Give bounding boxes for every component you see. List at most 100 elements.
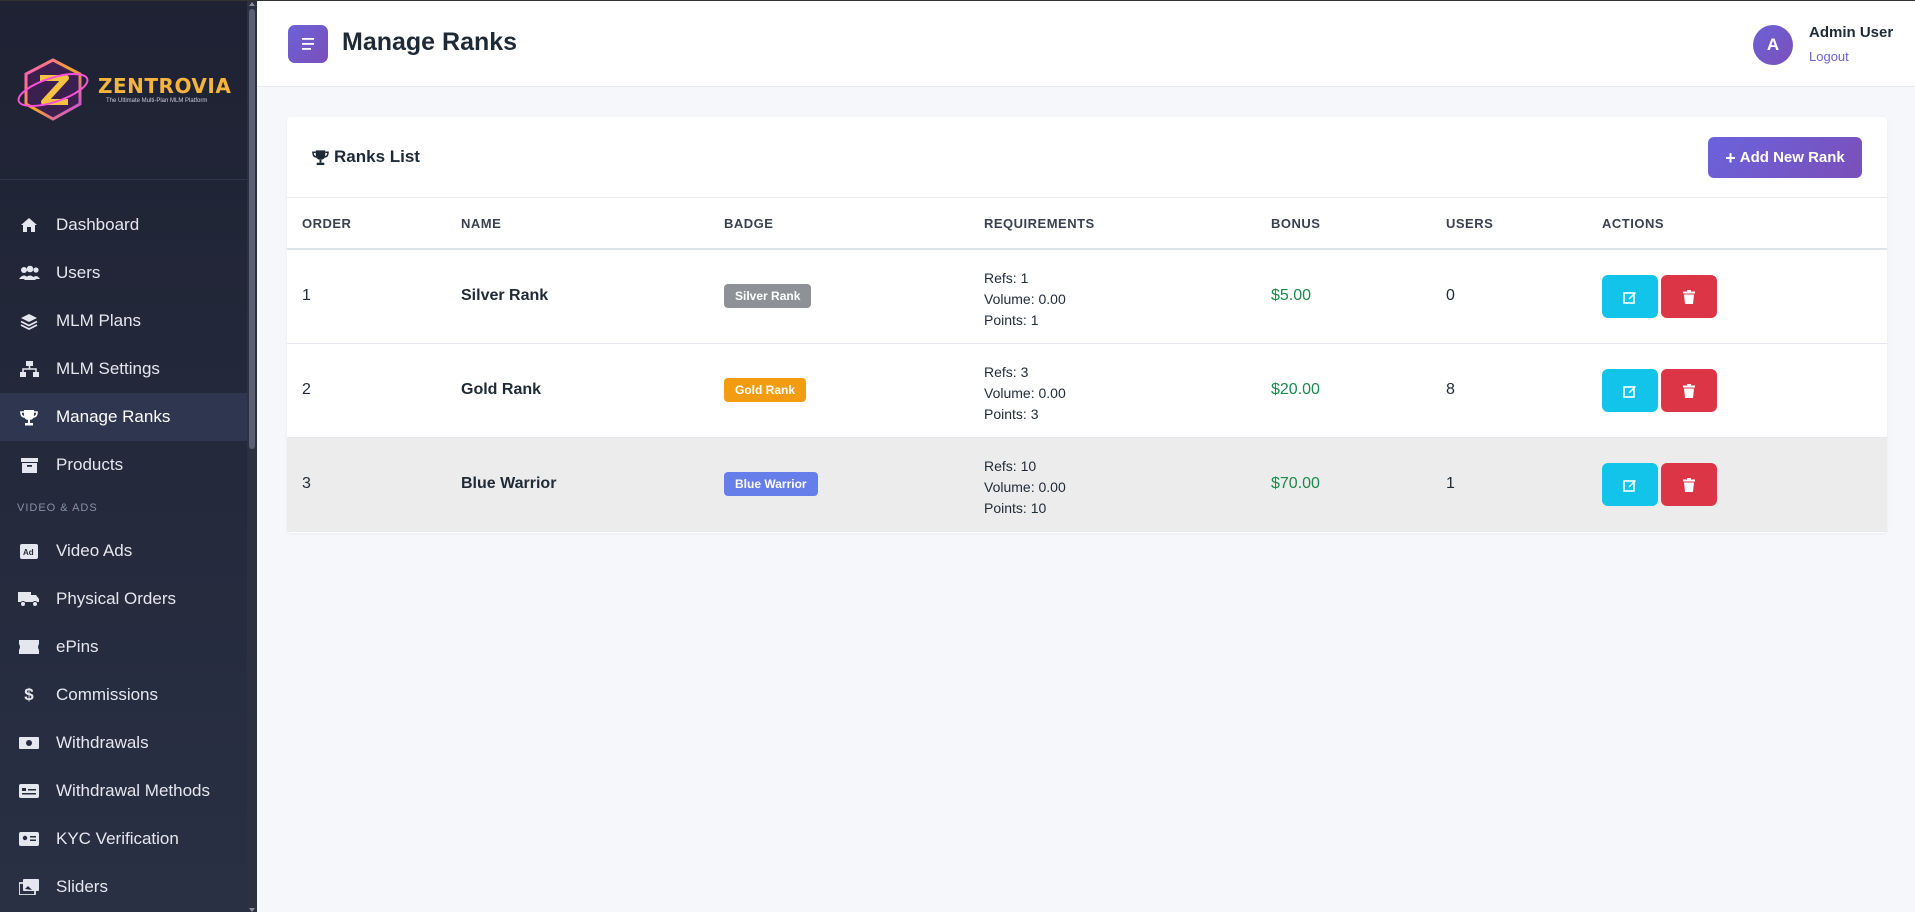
sidebar-nav: Dashboard Users MLM Plans MLM Settings M… [0,201,247,911]
sidebar-item-label: Withdrawals [56,733,149,752]
page-title: Manage Ranks [342,28,518,56]
rank-name: Blue Warrior [461,475,557,492]
sidebar-item-commissions[interactable]: $ Commissions [0,671,247,719]
card-header: Ranks List + Add New Rank [287,117,1887,198]
images-icon [18,878,40,896]
id-card-icon [18,830,40,848]
sidebar-item-label: Video Ads [56,541,133,560]
rank-badge: Blue Warrior [724,472,818,496]
ranks-card: Ranks List + Add New Rank ORDER NAME BAD… [287,117,1887,533]
delete-rank-button[interactable] [1661,369,1717,412]
rank-order: 3 [302,475,311,492]
table-row: 1 Silver Rank Silver Rank Refs: 1 Volume… [287,250,1887,344]
add-new-rank-button[interactable]: + Add New Rank [1708,137,1862,178]
edit-icon [1623,385,1636,398]
sidebar-item-users[interactable]: Users [0,249,247,297]
rank-users-count: 0 [1446,287,1455,304]
sidebar-item-sliders[interactable]: Sliders [0,863,247,911]
requirement-points: Points: 1 [984,312,1039,328]
sidebar-item-label: Physical Orders [56,589,176,608]
card-icon [18,782,40,800]
column-header-bonus[interactable]: BONUS [1271,216,1320,231]
brand-logo[interactable]: ZENTROVIA The Ultimate Multi-Plan MLM Pl… [14,56,234,124]
rank-bonus: $70.00 [1271,475,1320,492]
ticket-icon [18,638,40,656]
logout-link[interactable]: Logout [1809,49,1849,64]
scroll-up-arrow-icon[interactable] [249,2,255,6]
sidebar-divider [0,179,247,180]
plus-icon: + [1725,147,1736,168]
delete-rank-button[interactable] [1661,463,1717,506]
sidebar-item-label: MLM Plans [56,311,142,330]
edit-rank-button[interactable] [1602,369,1658,412]
add-new-rank-label: Add New Rank [1739,149,1845,166]
svg-text:Ad: Ad [23,548,34,557]
column-header-requirements[interactable]: REQUIREMENTS [984,216,1095,231]
sidebar-item-kyc-verification[interactable]: KYC Verification [0,815,247,863]
column-header-badge[interactable]: BADGE [724,216,773,231]
zentrovia-logo-icon [17,58,89,121]
sidebar-item-physical-orders[interactable]: Physical Orders [0,575,247,623]
edit-rank-button[interactable] [1602,275,1658,318]
column-header-users[interactable]: USERS [1446,216,1493,231]
rank-badge: Gold Rank [724,378,807,402]
sidebar-item-label: Commissions [56,685,159,704]
home-icon [18,216,40,234]
trash-icon [1683,383,1695,398]
sidebar-item-withdrawal-methods[interactable]: Withdrawal Methods [0,767,247,815]
sitemap-icon [18,360,40,378]
menu-toggle-button[interactable] [288,25,328,63]
requirement-refs: Refs: 1 [984,270,1029,286]
user-name: Admin User [1809,24,1894,41]
sidebar-item-dashboard[interactable]: Dashboard [0,201,247,249]
column-header-order[interactable]: ORDER [302,216,351,231]
sidebar-item-label: MLM Settings [56,359,160,378]
box-icon [18,456,40,474]
sidebar-item-withdrawals[interactable]: Withdrawals [0,719,247,767]
sidebar-item-label: Withdrawal Methods [56,781,211,800]
avatar[interactable]: A [1753,25,1793,65]
sidebar-item-label: Products [56,455,124,474]
ad-icon: Ad [18,542,40,560]
sidebar-item-label: Manage Ranks [56,407,171,426]
sidebar: ZENTROVIA The Ultimate Multi-Plan MLM Pl… [0,1,257,912]
sidebar-item-manage-ranks[interactable]: Manage Ranks [0,393,247,441]
sidebar-scrollbar[interactable] [247,1,257,912]
requirement-points: Points: 10 [984,500,1047,516]
rank-order: 1 [302,287,311,304]
hamburger-icon [302,38,314,50]
edit-icon [1623,479,1636,492]
rank-users-count: 1 [1446,475,1455,492]
edit-rank-button[interactable] [1602,463,1658,506]
card-title-text: Ranks List [334,147,420,166]
brand-name: ZENTROVIA [98,74,232,98]
sidebar-item-mlm-plans[interactable]: MLM Plans [0,297,247,345]
rank-order: 2 [302,381,311,398]
sidebar-item-epins[interactable]: ePins [0,623,247,671]
layers-icon [18,312,40,330]
sidebar-item-label: Users [56,263,101,282]
table-row: 3 Blue Warrior Blue Warrior Refs: 10 Vol… [287,438,1887,532]
rank-requirements: Refs: 3 Volume: 0.00 Points: 3 [984,362,1066,425]
users-icon [18,264,40,282]
rank-name: Silver Rank [461,287,549,304]
delete-rank-button[interactable] [1661,275,1717,318]
sidebar-item-video-ads[interactable]: Ad Video Ads [0,527,247,575]
column-header-name[interactable]: NAME [461,216,501,231]
sidebar-item-label: Dashboard [56,215,140,234]
sidebar-section-label: VIDEO & ADS [17,502,98,514]
requirement-volume: Volume: 0.00 [984,291,1066,307]
rank-requirements: Refs: 1 Volume: 0.00 Points: 1 [984,268,1066,331]
sidebar-item-products[interactable]: Products [0,441,247,489]
dollar-icon: $ [24,685,34,704]
top-header: Manage Ranks A Admin User Logout [257,1,1915,87]
scrollbar-thumb[interactable] [249,9,255,449]
rank-users-count: 8 [1446,381,1455,398]
sidebar-item-mlm-settings[interactable]: MLM Settings [0,345,247,393]
edit-icon [1623,291,1636,304]
trash-icon [1683,289,1695,304]
requirement-refs: Refs: 3 [984,364,1029,380]
requirement-volume: Volume: 0.00 [984,385,1066,401]
rank-badge: Silver Rank [724,284,812,308]
scroll-down-arrow-icon[interactable] [249,908,255,912]
